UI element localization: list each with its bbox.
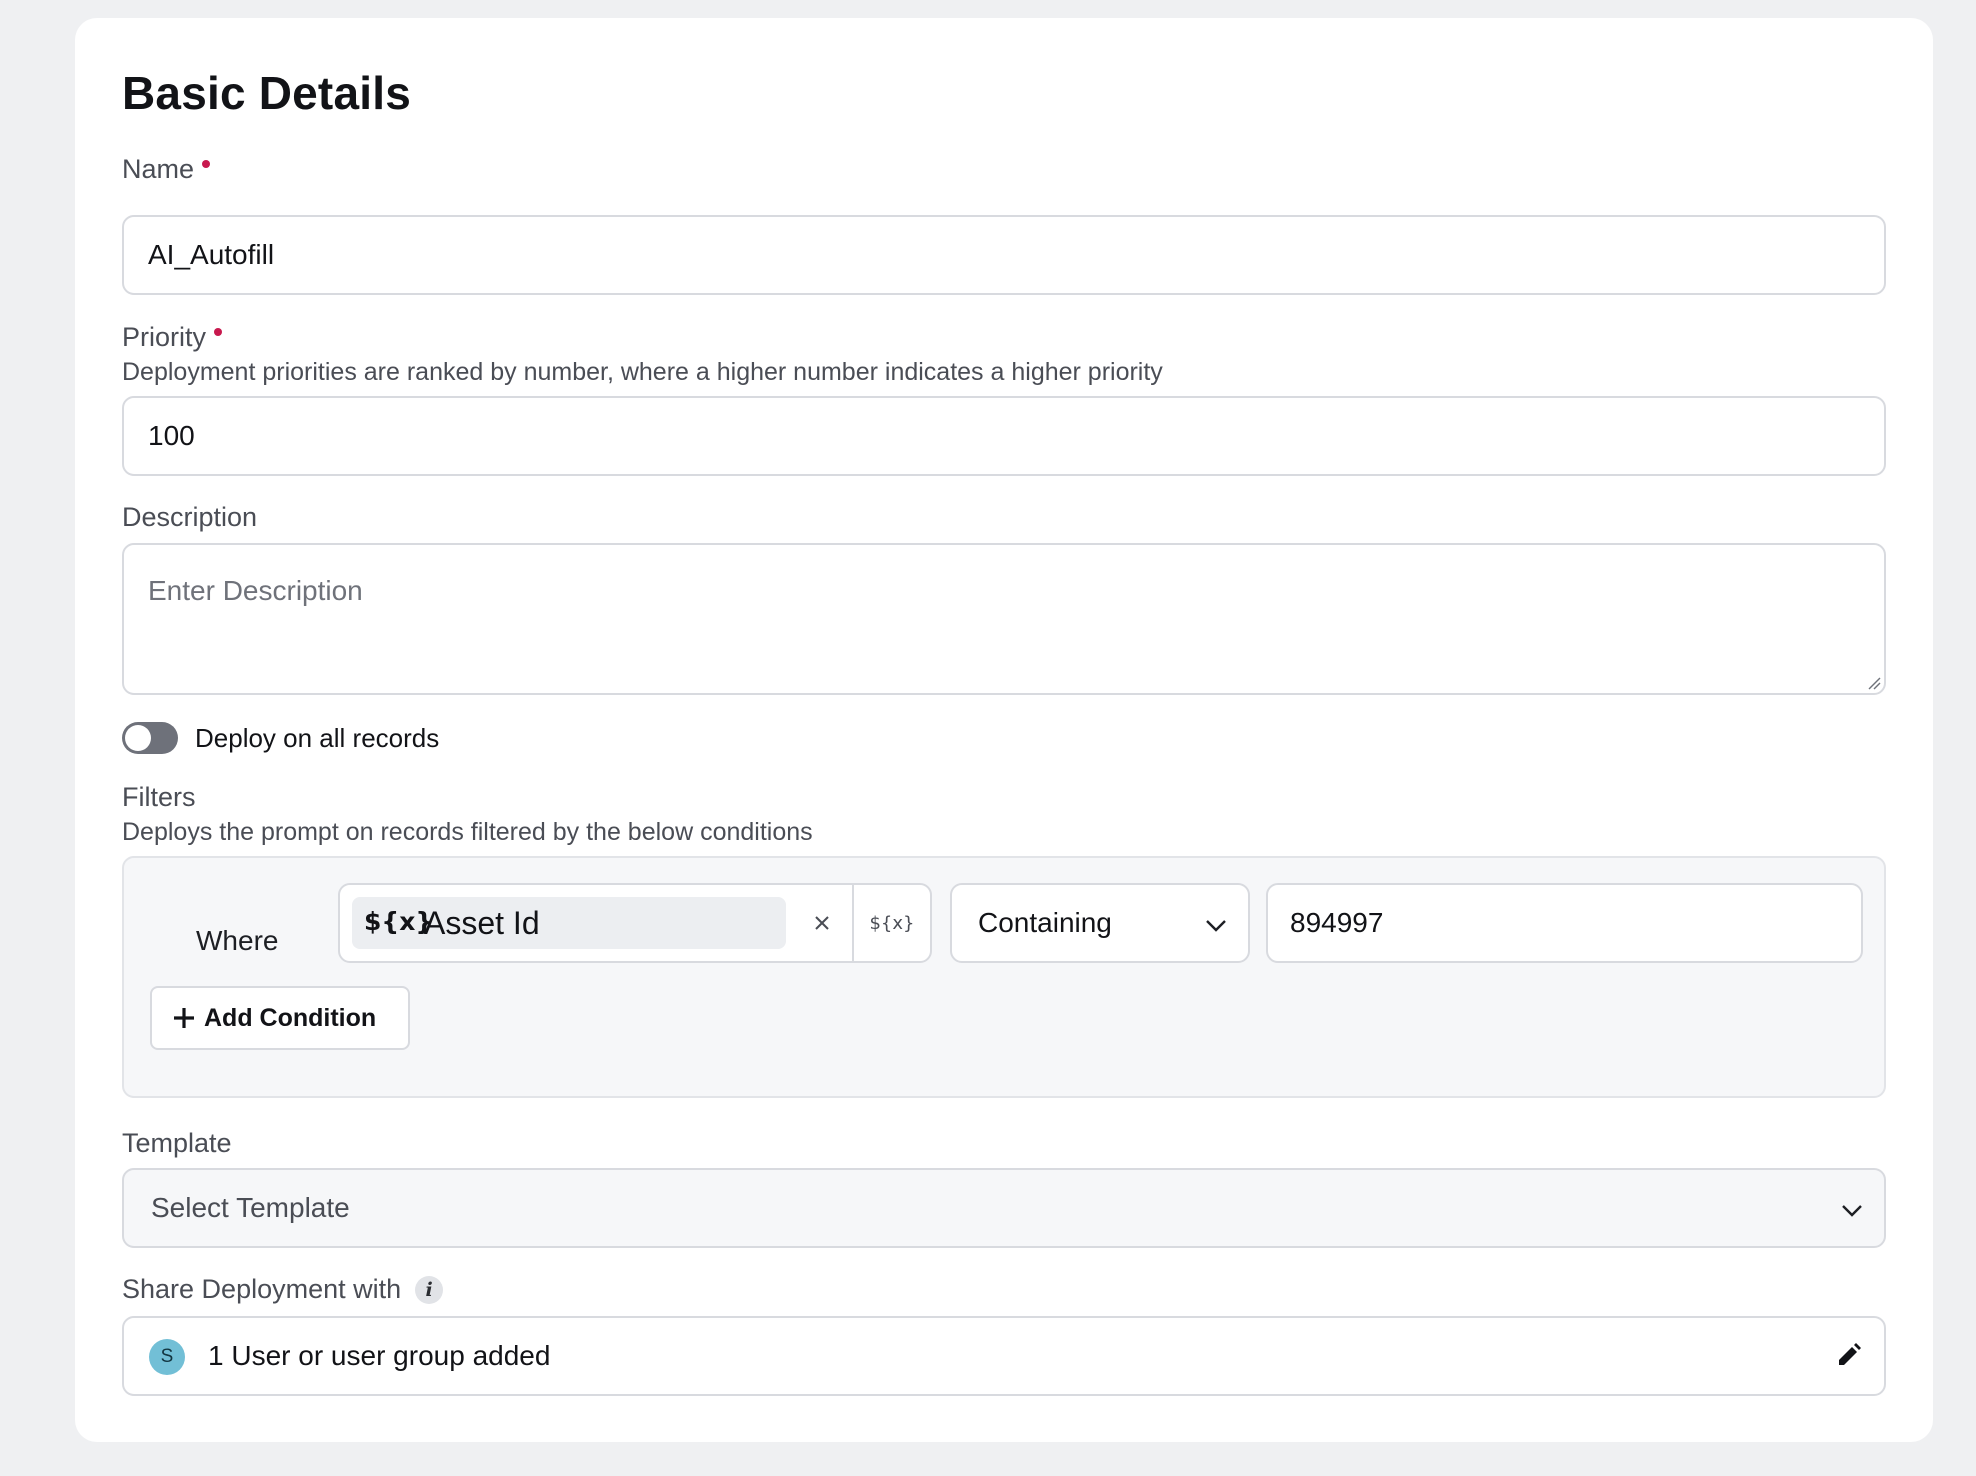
chevron-down-icon xyxy=(1842,1205,1862,1217)
avatar: S xyxy=(149,1339,185,1375)
info-icon[interactable]: i xyxy=(415,1276,444,1304)
share-summary: 1 User or user group added xyxy=(208,1340,551,1371)
variable-chip[interactable]: ${x} Asset Id xyxy=(352,897,786,949)
description-textarea[interactable]: Enter Description xyxy=(122,543,1886,695)
share-label-row: Share Deployment with i xyxy=(122,1274,444,1305)
deploy-all-label: Deploy on all records xyxy=(195,723,440,753)
required-indicator xyxy=(202,160,211,168)
name-input-value: AI_Autofill xyxy=(148,239,275,270)
operator-select[interactable]: Containing xyxy=(950,883,1250,963)
condition-value-input[interactable]: 894997 xyxy=(1266,883,1863,963)
toggle-knob xyxy=(125,725,151,751)
filters-box: Where ${x} Asset Id ${x} Containing 8949 xyxy=(122,856,1886,1098)
template-label: Template xyxy=(122,1128,232,1158)
filters-label: Filters xyxy=(122,782,196,812)
name-label: Name xyxy=(122,154,195,184)
resize-handle-icon[interactable] xyxy=(1867,676,1881,690)
where-label: Where xyxy=(196,925,279,956)
priority-hint: Deployment priorities are ranked by numb… xyxy=(122,358,1163,386)
name-label-row: Name xyxy=(122,154,211,185)
priority-input[interactable]: 100 xyxy=(122,396,1886,476)
deploy-all-toggle[interactable] xyxy=(122,722,178,754)
close-icon[interactable] xyxy=(806,907,838,939)
share-deployment-field[interactable]: S 1 User or user group added xyxy=(122,1316,1886,1396)
required-indicator xyxy=(214,328,223,336)
add-condition-label: Add Condition xyxy=(204,1003,377,1032)
filters-hint: Deploys the prompt on records filtered b… xyxy=(122,818,813,846)
variable-field[interactable]: ${x} Asset Id ${x} xyxy=(338,883,932,963)
name-input[interactable]: AI_Autofill xyxy=(122,215,1886,295)
variable-name: Asset Id xyxy=(424,905,540,941)
pencil-icon[interactable] xyxy=(1836,1342,1862,1368)
page-title: Basic Details xyxy=(122,67,411,119)
variable-icon: ${x} xyxy=(364,907,434,936)
add-condition-button[interactable]: Add Condition xyxy=(150,986,410,1050)
operator-value: Containing xyxy=(978,907,1112,938)
priority-label: Priority xyxy=(122,322,207,352)
priority-label-row: Priority xyxy=(122,322,223,353)
description-placeholder: Enter Description xyxy=(148,575,363,606)
insert-variable-button[interactable]: ${x} xyxy=(854,885,930,961)
condition-value: 894997 xyxy=(1290,907,1384,938)
priority-input-value: 100 xyxy=(148,420,195,451)
template-select[interactable]: Select Template xyxy=(122,1168,1886,1248)
basic-details-card: Basic Details Name AI_Autofill Priority … xyxy=(75,18,1933,1442)
chevron-down-icon xyxy=(1206,920,1226,932)
description-label: Description xyxy=(122,502,258,532)
share-label: Share Deployment with xyxy=(122,1274,402,1304)
plus-icon xyxy=(174,1008,194,1028)
template-placeholder: Select Template xyxy=(151,1192,350,1223)
